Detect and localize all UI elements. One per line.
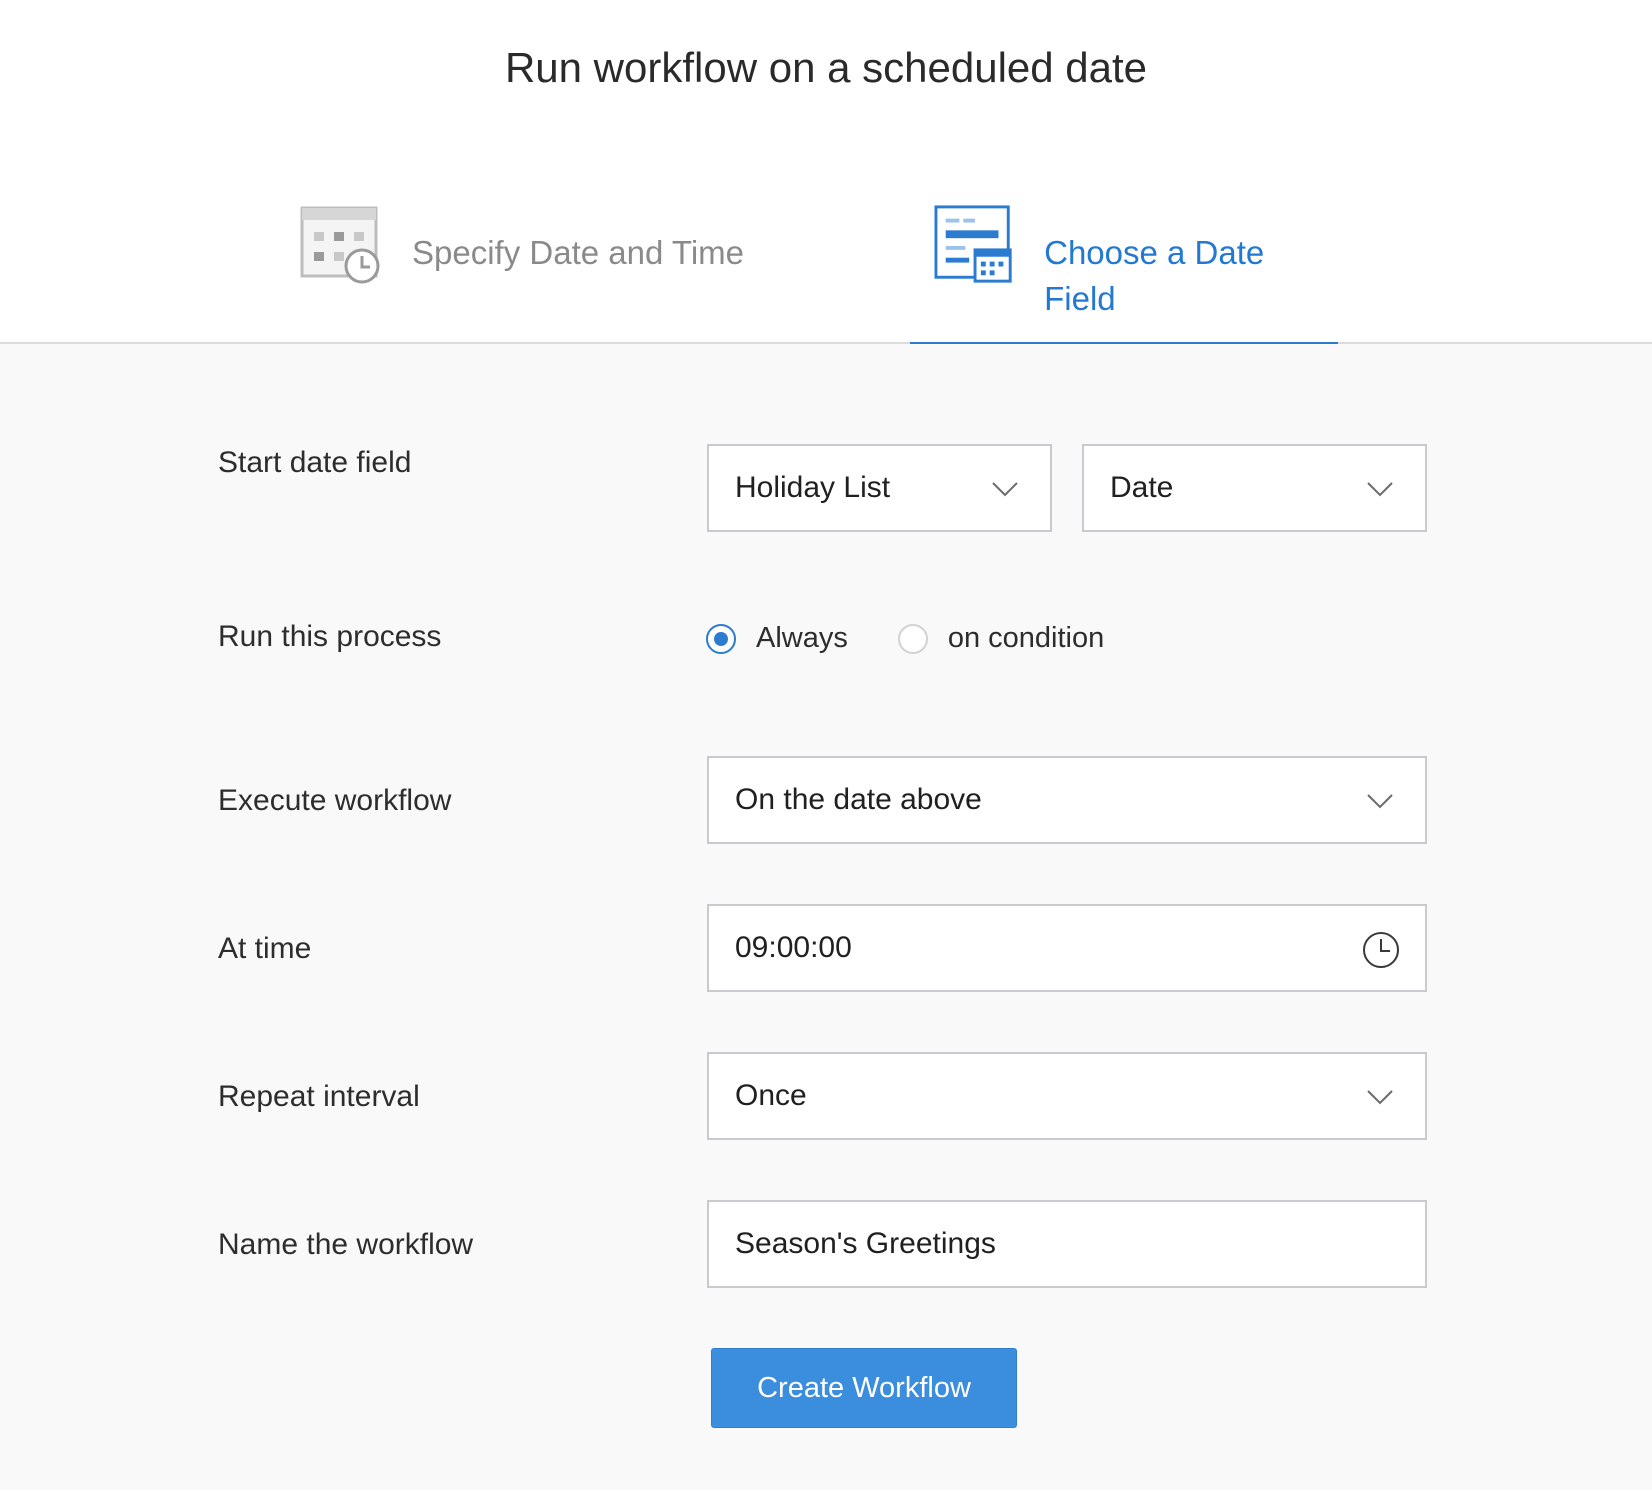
page-title: Run workflow on a scheduled date [504, 44, 1148, 91]
tab-specify-date-time[interactable]: Specify Date and Time [300, 204, 744, 344]
chevron-down-icon [1367, 482, 1393, 497]
radio-always[interactable]: Always [706, 622, 848, 655]
time-input[interactable]: 09:00:00 [707, 904, 1427, 992]
tab-choose-label: Choose a Date Field [1044, 234, 1265, 317]
execute-workflow-label: Execute workflow [218, 784, 452, 817]
run-process-radio-group: Always on condition [706, 622, 1154, 655]
chevron-down-icon [1367, 794, 1393, 809]
at-time-label: At time [218, 932, 312, 965]
tab-specify-label: Specify Date and Time [412, 234, 744, 271]
form-select[interactable]: Holiday List [707, 444, 1052, 532]
radio-always-label: Always [756, 622, 848, 654]
create-workflow-button[interactable]: Create Workflow [711, 1348, 1017, 1428]
repeat-interval-select[interactable]: Once [707, 1052, 1427, 1140]
chevron-down-icon [992, 482, 1018, 497]
radio-on-condition-label: on condition [947, 622, 1105, 654]
radio-always-circle[interactable] [706, 623, 736, 654]
repeat-interval-label: Repeat interval [218, 1080, 420, 1113]
chevron-down-icon [1367, 1090, 1393, 1105]
clock-icon[interactable] [1361, 930, 1401, 970]
calendar-clock-icon [300, 206, 380, 284]
form-select-value: Holiday List [735, 471, 891, 504]
workflow-name-value: Season's Greetings [735, 1227, 996, 1260]
execute-workflow-value: On the date above [735, 783, 982, 816]
radio-on-condition-circle[interactable] [897, 623, 928, 654]
time-input-value: 09:00:00 [735, 931, 852, 964]
date-field-select-value: Date [1110, 471, 1174, 504]
execute-workflow-select[interactable]: On the date above [707, 756, 1427, 844]
workflow-form: Start date field Holiday List Date Run t… [0, 344, 1652, 1490]
tab-choose-date-field[interactable]: Choose a Date Field [910, 204, 1338, 346]
workflow-name-input[interactable]: Season's Greetings [707, 1200, 1427, 1288]
workflow-name-label: Name the workflow [218, 1228, 474, 1261]
repeat-interval-value: Once [735, 1079, 807, 1112]
start-date-field-label: Start date field [218, 446, 412, 479]
tab-bar: Specify Date and Time Choose a Date Fiel… [0, 140, 1652, 346]
run-process-label: Run this process [218, 620, 442, 653]
radio-on-condition[interactable]: on condition [897, 622, 1105, 655]
date-field-select[interactable]: Date [1082, 444, 1427, 532]
date-field-form-icon [934, 205, 1012, 283]
